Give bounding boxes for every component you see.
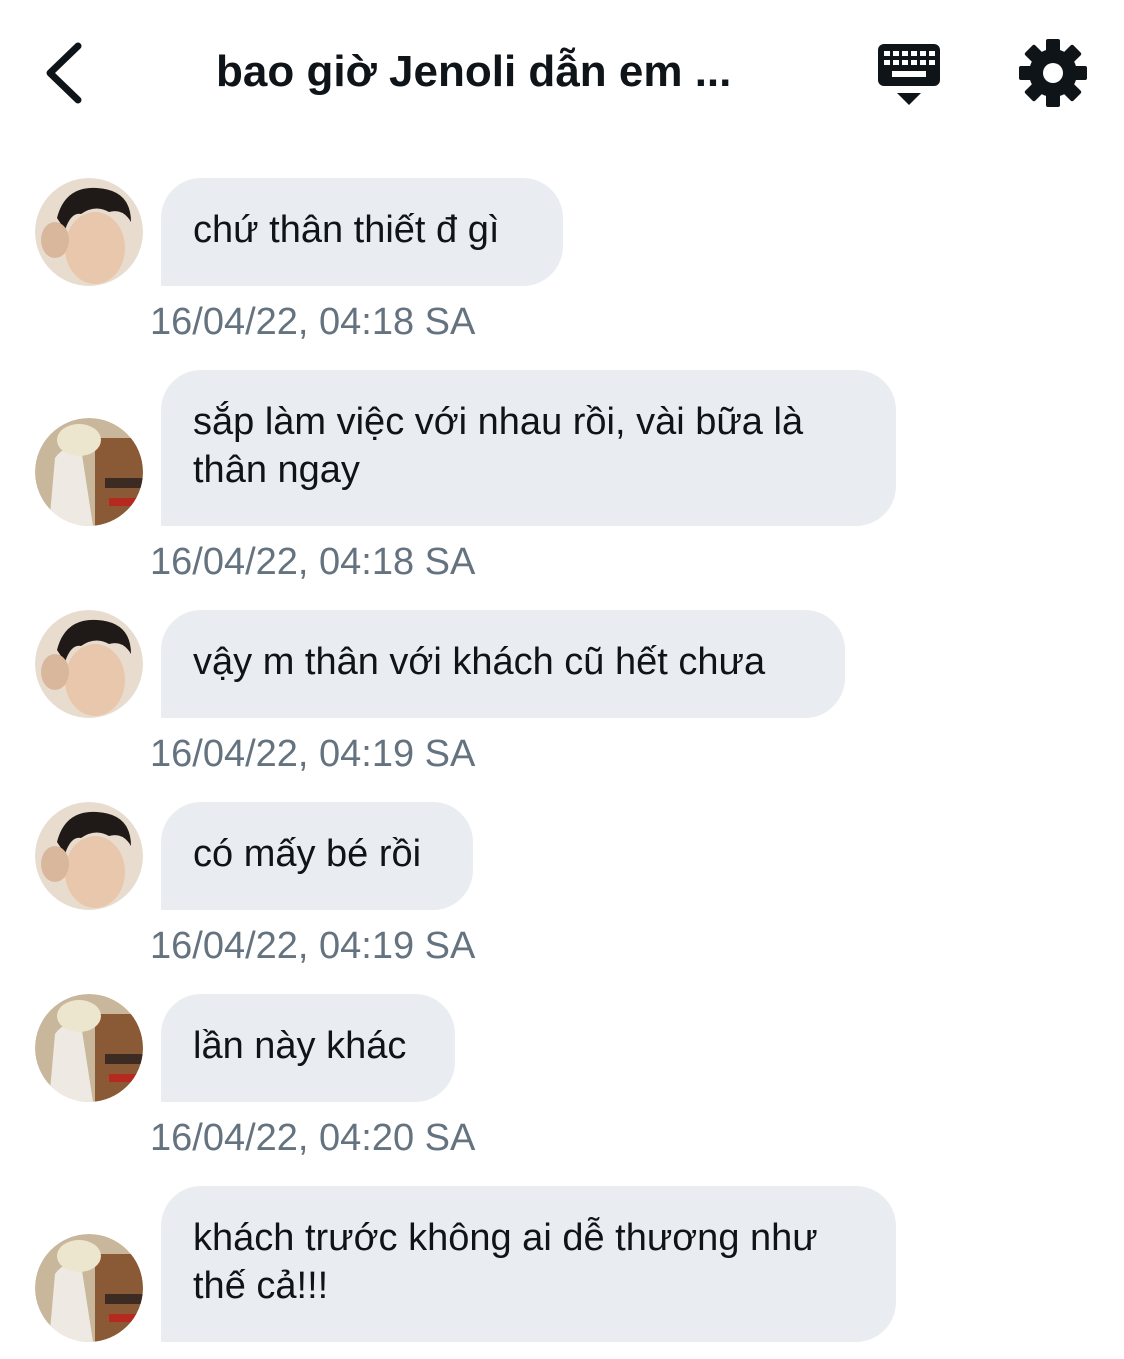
- message-timestamp: 16/04/22, 04:18 SA: [150, 541, 476, 583]
- message-bubble[interactable]: vậy m thân với khách cũ hết chưa: [161, 610, 845, 718]
- avatar[interactable]: [35, 178, 143, 286]
- message-timestamp: 16/04/22, 04:19 SA: [150, 733, 476, 775]
- avatar[interactable]: [35, 610, 143, 718]
- avatar-dark-hair-icon: [35, 802, 143, 910]
- message-bubble[interactable]: chứ thân thiết đ gì: [161, 178, 563, 286]
- avatar[interactable]: [35, 994, 143, 1102]
- avatar[interactable]: [35, 802, 143, 910]
- avatar-blond-hair-icon: [35, 418, 143, 526]
- chevron-left-icon: [46, 42, 82, 104]
- chat-header: bao giờ Jenoli dẫn em ...: [0, 0, 1124, 140]
- message-timestamp: 16/04/22, 04:18 SA: [150, 301, 476, 343]
- keyboard-toggle-button[interactable]: [874, 40, 944, 110]
- keyboard-icon: [878, 44, 940, 105]
- gear-icon: [1019, 39, 1087, 107]
- avatar[interactable]: [35, 1234, 143, 1342]
- avatar[interactable]: [35, 418, 143, 526]
- message-bubble[interactable]: lần này khác: [161, 994, 455, 1102]
- avatar-blond-hair-icon: [35, 1234, 143, 1342]
- message-bubble[interactable]: sắp làm việc với nhau rồi, vài bữa là th…: [161, 370, 896, 526]
- message-timestamp: 16/04/22, 04:20 SA: [150, 1117, 476, 1159]
- message-timestamp: 16/04/22, 04:19 SA: [150, 925, 476, 967]
- avatar-dark-hair-icon: [35, 610, 143, 718]
- message-bubble[interactable]: khách trước không ai dễ thương như thế c…: [161, 1186, 896, 1342]
- settings-button[interactable]: [1016, 36, 1090, 110]
- back-button[interactable]: [38, 38, 98, 108]
- conversation-title[interactable]: bao giờ Jenoli dẫn em ...: [200, 40, 816, 104]
- avatar-blond-hair-icon: [35, 994, 143, 1102]
- message-bubble[interactable]: có mấy bé rồi: [161, 802, 473, 910]
- avatar-dark-hair-icon: [35, 178, 143, 286]
